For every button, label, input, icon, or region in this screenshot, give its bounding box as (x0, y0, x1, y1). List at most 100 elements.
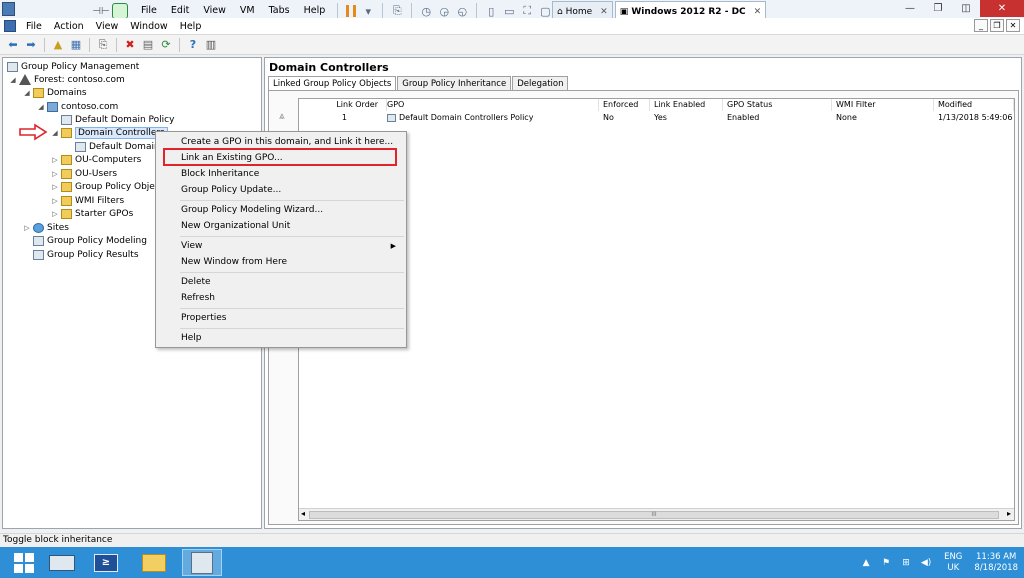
menu-item-refresh[interactable]: Refresh (158, 291, 404, 306)
mmc-icon[interactable] (4, 20, 16, 32)
expand-arrow-icon[interactable]: ▷ (51, 210, 59, 218)
show-hide-tree-icon[interactable]: ▦ (67, 37, 85, 53)
close-icon[interactable]: ✕ (600, 7, 608, 17)
revert-snapshot-icon[interactable]: ◶ (435, 3, 453, 19)
tab-delegation[interactable]: Delegation (512, 76, 569, 91)
menu-help[interactable]: Help (174, 21, 208, 32)
restore-down-button[interactable]: ◫ (952, 0, 980, 17)
drag-handle-icon[interactable]: ⊣⊢ (90, 6, 112, 17)
tree-item-domain-controllers[interactable]: ◢ Domain Controllers (51, 126, 168, 139)
tab-gp-inheritance[interactable]: Group Policy Inheritance (397, 76, 512, 91)
menu-item-new-window[interactable]: New Window from Here (158, 255, 404, 270)
snapshot-manager-icon[interactable]: ◵ (453, 3, 471, 19)
column-gpo[interactable]: GPO (383, 99, 599, 111)
scroll-left-icon[interactable]: ◂ (301, 509, 305, 518)
column-enforced[interactable]: Enforced (599, 99, 650, 111)
expand-arrow-icon[interactable]: ▷ (51, 170, 59, 178)
column-gpo-status[interactable]: GPO Status (723, 99, 832, 111)
back-icon[interactable]: ⬅ (4, 37, 22, 53)
forward-icon[interactable]: ➡ (22, 37, 40, 53)
mmc-minimize-button[interactable]: _ (974, 19, 988, 32)
column-link-enabled[interactable]: Link Enabled (650, 99, 723, 111)
tree-item-gpo-objects[interactable]: ▷ Group Policy Objec (51, 180, 160, 193)
tree-item-forest[interactable]: ◢ Forest: contoso.com (9, 73, 125, 86)
clock[interactable]: 11:36 AM 8/18/2018 (974, 552, 1018, 574)
menu-file[interactable]: File (20, 21, 48, 32)
taskbar-powershell[interactable]: ≥ (86, 549, 126, 576)
horizontal-scrollbar[interactable]: ◂ III ▸ (299, 508, 1014, 520)
menu-item-modeling-wizard[interactable]: Group Policy Modeling Wizard... (158, 203, 404, 218)
snapshot-icon[interactable]: ◷ (417, 3, 435, 19)
tree-item-default-domain-policy[interactable]: Default Domain Policy (61, 113, 174, 126)
scroll-thumb[interactable]: III (309, 511, 999, 519)
delete-icon[interactable]: ✖ (121, 37, 139, 53)
menu-item-link-existing-gpo[interactable]: Link an Existing GPO... (158, 151, 404, 166)
thumbnail-icon[interactable]: ▭ (500, 3, 518, 19)
mmc-restore-button[interactable]: ❐ (990, 19, 1004, 32)
tree-item-starter-gpos[interactable]: ▷ Starter GPOs (51, 207, 133, 220)
mmc-close-button[interactable]: ✕ (1006, 19, 1020, 32)
dropdown-arrow-icon[interactable]: ▾ (359, 3, 377, 19)
tree-item-modeling[interactable]: Group Policy Modeling (33, 234, 147, 247)
menu-item-view[interactable]: View ▶ (158, 239, 404, 254)
move-link-up-icon[interactable]: ⩓ (279, 111, 285, 122)
action-center-icon[interactable]: ⚑ (879, 556, 893, 570)
up-folder-icon[interactable]: ▲ (49, 37, 67, 53)
menu-action[interactable]: Action (48, 21, 90, 32)
menu-item-new-ou[interactable]: New Organizational Unit (158, 219, 404, 234)
column-link-order[interactable]: Link Order (299, 99, 387, 111)
close-icon[interactable]: ✕ (754, 7, 762, 17)
expand-arrow-icon[interactable]: ▷ (51, 197, 59, 205)
menu-item-block-inheritance[interactable]: Block Inheritance (158, 167, 404, 182)
volume-icon[interactable]: ◀) (919, 556, 933, 570)
menu-item-properties[interactable]: Properties (158, 311, 404, 326)
refresh-icon[interactable]: ⟳ (157, 37, 175, 53)
menu-item-gp-update[interactable]: Group Policy Update... (158, 183, 404, 198)
column-modified[interactable]: Modified (934, 99, 1014, 111)
scroll-right-icon[interactable]: ▸ (1007, 509, 1011, 518)
send-ctrl-alt-del-icon[interactable]: ⎘ (388, 3, 406, 19)
menu-view[interactable]: View (90, 21, 125, 32)
collapse-arrow-icon[interactable]: ◢ (23, 89, 31, 97)
full-screen-icon[interactable]: ⛶ (518, 3, 536, 19)
start-button[interactable] (4, 549, 44, 576)
taskbar-server-manager[interactable] (42, 549, 82, 576)
close-button[interactable]: ✕ (980, 0, 1024, 17)
pause-icon[interactable] (346, 5, 357, 17)
restore-button[interactable]: ❐ (924, 0, 952, 17)
tree-item-root[interactable]: Group Policy Management (7, 60, 139, 73)
copy-icon[interactable]: ⎘ (94, 37, 112, 53)
tree-item-domain[interactable]: ◢ contoso.com (37, 100, 118, 113)
column-wmi-filter[interactable]: WMI Filter (832, 99, 934, 111)
system-tray: ▲ ⚑ ⊞ ◀) ENG UK 11:36 AM 8/18/2018 (856, 547, 1018, 578)
taskbar-file-explorer[interactable] (134, 549, 174, 576)
tree-item-wmi-filters[interactable]: ▷ WMI Filters (51, 194, 124, 207)
action-pane-icon[interactable]: ▥ (202, 37, 220, 53)
expand-arrow-icon[interactable]: ▷ (51, 156, 59, 164)
expand-arrow-icon[interactable]: ▷ (23, 224, 31, 232)
tree-item-ou-computers[interactable]: ▷ OU-Computers (51, 153, 141, 166)
show-hidden-icons-icon[interactable]: ▲ (859, 556, 873, 570)
expand-arrow-icon[interactable]: ▷ (51, 183, 59, 191)
tree-item-results[interactable]: Group Policy Results (33, 248, 139, 261)
app-icon[interactable] (2, 2, 15, 16)
collapse-arrow-icon[interactable]: ◢ (37, 103, 45, 111)
taskbar-gpm[interactable] (182, 549, 222, 576)
menu-item-help[interactable]: Help (158, 331, 404, 346)
collapse-arrow-icon[interactable]: ◢ (9, 76, 17, 84)
language-indicator[interactable]: ENG UK (944, 552, 962, 574)
minimize-button[interactable]: — (896, 0, 924, 17)
server-manager-icon (49, 554, 75, 571)
help-icon[interactable]: ? (184, 37, 202, 53)
menu-item-create-gpo[interactable]: Create a GPO in this domain, and Link it… (158, 135, 404, 150)
tree-item-dc-default-policy[interactable]: Default Domain (75, 140, 160, 153)
tree-item-ou-users[interactable]: ▷ OU-Users (51, 167, 117, 180)
collapse-arrow-icon[interactable]: ◢ (51, 129, 59, 137)
menu-item-delete[interactable]: Delete (158, 275, 404, 290)
tree-item-sites[interactable]: ▷ Sites (23, 221, 69, 234)
show-library-icon[interactable]: ▯ (482, 3, 500, 19)
properties-icon[interactable]: ▤ (139, 37, 157, 53)
tree-item-domains[interactable]: ◢ Domains (23, 86, 87, 99)
menu-window[interactable]: Window (124, 21, 173, 32)
network-icon[interactable]: ⊞ (899, 556, 913, 570)
